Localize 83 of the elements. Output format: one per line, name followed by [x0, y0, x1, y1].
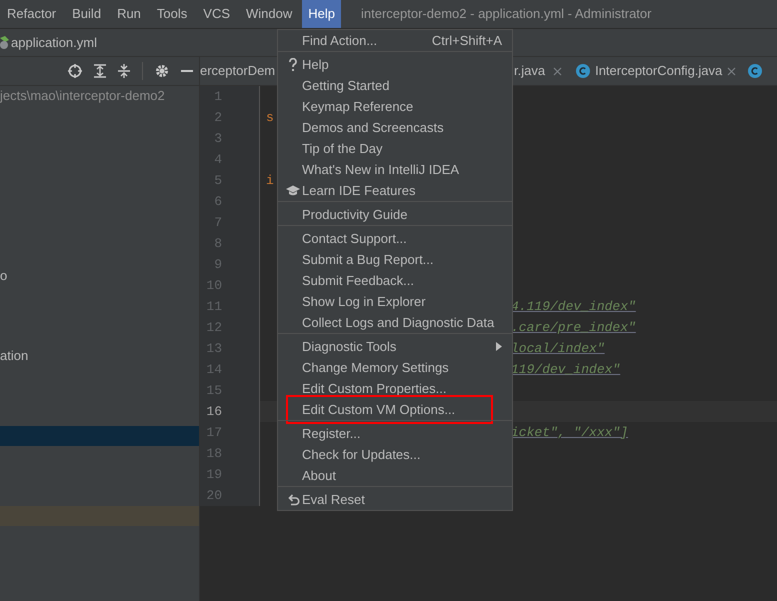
menu-entry-label: Submit Feedback... — [302, 272, 415, 290]
tree-item[interactable]: jects\mao\interceptor-demo2 — [0, 86, 199, 106]
close-icon[interactable] — [553, 66, 562, 76]
menu-entry[interactable]: Contact Support... — [278, 228, 512, 249]
menu-entry-label: What's New in IntelliJ IDEA — [302, 160, 460, 179]
menu-entry-label: Contact Support... — [302, 230, 408, 248]
code-text: 4.119/dev_index" — [511, 298, 636, 316]
menu-entry[interactable]: Show Log in Explorer — [278, 291, 512, 312]
tab-label: r.java — [514, 62, 546, 80]
menu-entry[interactable]: What's New in IntelliJ IDEA — [278, 159, 512, 180]
menu-entry-label: About — [302, 466, 337, 485]
yaml-file-icon — [0, 36, 9, 50]
code-text: 119/dev_index" — [511, 360, 620, 379]
menu-item[interactable]: VCS — [197, 0, 236, 28]
menu-entry-label: Change Memory Settings — [302, 358, 450, 377]
menu-entry-label: Learn IDE Features — [302, 182, 416, 200]
line-number: 16 — [205, 402, 222, 421]
menu-entry[interactable]: Check for Updates... — [278, 444, 512, 465]
expand-all-icon[interactable] — [94, 64, 106, 78]
code-text: icket", "/xxx"] — [511, 424, 628, 442]
crosshair-icon[interactable] — [68, 64, 82, 78]
menu-entry-label: Productivity Guide — [302, 206, 408, 224]
menu-entry[interactable]: Tip of the Day — [278, 138, 512, 159]
code-text: s — [266, 108, 274, 127]
menu-entry[interactable]: About — [278, 465, 512, 486]
menu-entry[interactable]: Submit Feedback... — [278, 270, 512, 291]
menu-item[interactable]: Build — [66, 0, 108, 28]
menu-entry[interactable]: Change Memory Settings — [278, 357, 512, 378]
menu-entry-label: Submit a Bug Report... — [302, 250, 435, 269]
code-text: i — [266, 172, 274, 190]
menu-entry-label: Show Log in Explorer — [302, 292, 427, 311]
menu-item[interactable]: Run — [111, 0, 147, 28]
tree-item[interactable]: o — [0, 266, 199, 286]
menu-entry[interactable]: Edit Custom Properties... — [278, 378, 512, 399]
menu-entry-label: Register... — [302, 424, 362, 443]
menu-entry-label: Edit Custom VM Options... — [302, 400, 456, 419]
menu-entry-label: Getting Started — [302, 76, 390, 95]
window-title: interceptor-demo2 - application.yml - Administrator — [361, 5, 652, 24]
shortcut: Ctrl+Shift+A — [432, 32, 502, 50]
menu-entry-label: Find Action... — [302, 32, 378, 50]
graduation-cap-icon — [286, 185, 300, 196]
menu-entry[interactable]: Help — [278, 54, 512, 75]
menu-entry[interactable]: Productivity Guide — [278, 204, 512, 225]
editor-tab[interactable]: erceptorDem — [200, 57, 278, 85]
settings-icon[interactable] — [155, 64, 169, 78]
menu-item[interactable]: Refactor — [1, 0, 62, 28]
menu-entry[interactable]: Register... — [278, 423, 512, 444]
menu-item[interactable]: Window — [240, 0, 298, 28]
submenu-arrow-icon — [496, 342, 502, 351]
close-icon[interactable] — [727, 66, 736, 76]
code-text: .care/pre_index" — [511, 318, 636, 337]
menu-entry-label: Tip of the Day — [302, 140, 384, 158]
menu-entry[interactable]: Find Action... Ctrl+Shift+A — [278, 30, 512, 51]
editor-tab[interactable]: r.java — [513, 57, 570, 85]
menu-entry[interactable]: Eval Reset — [278, 489, 512, 510]
class-icon — [576, 64, 590, 78]
menu-entry-label: Edit Custom Properties... — [302, 380, 448, 398]
menu-item[interactable]: Help — [302, 0, 342, 28]
menu-entry[interactable]: Submit a Bug Report... — [278, 249, 512, 270]
menu-entry[interactable]: Demos and Screencasts — [278, 117, 512, 138]
menu-item[interactable]: Tools — [150, 0, 194, 28]
editor-tab[interactable]: InterceptorConfig.java — [570, 57, 742, 85]
menu-entry-label: Demos and Screencasts — [302, 118, 445, 137]
code-text: local/index" — [511, 340, 605, 358]
file-name[interactable]: application.yml — [11, 32, 97, 52]
tab-label: InterceptorConfig.java — [595, 62, 722, 80]
menu-entry-label: Eval Reset — [302, 490, 366, 509]
class-icon — [748, 64, 762, 78]
menu-entry[interactable]: Keymap Reference — [278, 96, 512, 117]
menu-entry[interactable]: Getting Started — [278, 75, 512, 96]
menu-entry-label: Help — [302, 56, 330, 74]
question-icon — [288, 58, 298, 72]
menu-entry[interactable]: Collect Logs and Diagnostic Data — [278, 312, 512, 333]
menu-entry[interactable]: Edit Custom VM Options... — [290, 399, 489, 420]
menu-entry[interactable]: Learn IDE Features — [278, 180, 512, 201]
menu-entry-label: Check for Updates... — [302, 446, 422, 464]
menu-entry-label: Diagnostic Tools — [302, 338, 398, 356]
menu-entry-label: Collect Logs and Diagnostic Data — [302, 314, 496, 332]
collapse-all-icon[interactable] — [118, 64, 130, 78]
tree-item[interactable]: ation — [0, 346, 199, 366]
menu-entry[interactable]: Diagnostic Tools — [278, 336, 512, 357]
undo-icon — [286, 494, 300, 506]
menu-entry-label: Keymap Reference — [302, 98, 414, 116]
